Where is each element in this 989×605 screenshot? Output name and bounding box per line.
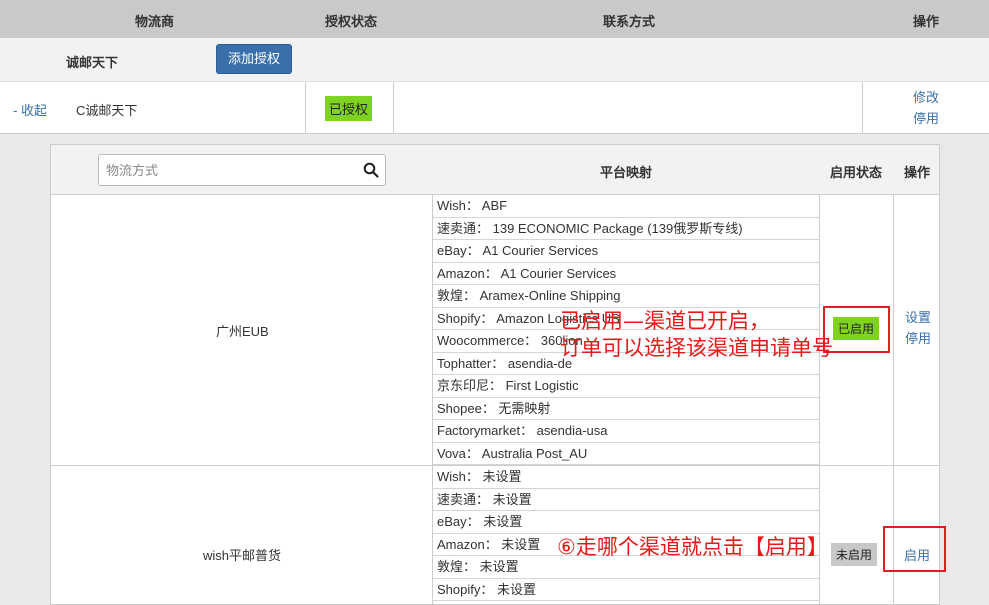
mapping-item: Wish： ABF bbox=[433, 195, 819, 218]
mapping-item: Amazon： A1 Courier Services bbox=[433, 263, 819, 285]
col-enable-status: 启用状态 bbox=[830, 165, 883, 180]
disable-carrier-link[interactable]: 停用 bbox=[913, 108, 939, 129]
mapping-item: eBay： 未设置 bbox=[433, 511, 819, 534]
table-header: 物流商 授权状态 联系方式 操作 bbox=[0, 0, 989, 38]
status-highlight-box bbox=[823, 306, 890, 353]
collapse-link[interactable]: - 收起 bbox=[13, 100, 47, 119]
annotation-enabled-line2: 订单可以选择该渠道申请单号 bbox=[560, 336, 833, 360]
channel-actions: 设置 停用 bbox=[905, 307, 931, 349]
disabled-status-badge: 未启用 bbox=[831, 543, 878, 566]
divider bbox=[393, 82, 394, 134]
channel-name: wish平邮普货 bbox=[203, 548, 282, 563]
col-operation: 操作 bbox=[904, 165, 931, 180]
search-box bbox=[98, 154, 386, 186]
mapping-item: Factorymarket： asendia-usa bbox=[433, 420, 819, 443]
divider bbox=[862, 82, 863, 134]
col-auth-status: 授权状态 bbox=[325, 14, 378, 29]
auth-status-badge: 已授权 bbox=[325, 96, 373, 121]
mapping-item: 敦煌： Aramex-Online Shipping bbox=[433, 285, 819, 308]
channel-name: 广州EUB bbox=[216, 324, 269, 339]
search-icon[interactable] bbox=[363, 162, 379, 178]
channel-table-header: 平台映射 启用状态 操作 bbox=[51, 145, 939, 195]
mapping-item: Vova： Australia Post_AU bbox=[433, 443, 819, 465]
annotation-enabled-line1: 已启用—渠道已开启， bbox=[560, 309, 770, 333]
carrier-account-name: C诚邮天下 bbox=[76, 103, 138, 118]
carrier-row: - 收起 C诚邮天下 已授权 修改 停用 bbox=[0, 82, 989, 134]
disable-channel-link[interactable]: 停用 bbox=[905, 328, 931, 349]
annotation-step6: ⑥走哪个渠道就点击【启用】 bbox=[557, 535, 828, 559]
mapping-item: eBay： A1 Courier Services bbox=[433, 240, 819, 263]
carrier-actions: 修改 停用 bbox=[913, 87, 939, 129]
divider bbox=[305, 82, 306, 134]
carrier-controls-row: 诚邮天下 添加授权 bbox=[0, 38, 989, 82]
mapping-item: 敦煌： 未设置 bbox=[433, 556, 819, 579]
mapping-item: 速卖通： 未设置 bbox=[433, 489, 819, 511]
col-platform-mapping: 平台映射 bbox=[600, 165, 653, 180]
add-authorization-button[interactable]: 添加授权 bbox=[216, 44, 292, 74]
mapping-item: Shopee： 无需映射 bbox=[433, 398, 819, 420]
setup-link[interactable]: 设置 bbox=[905, 307, 931, 328]
mapping-item: 速卖通： 139 ECONOMIC Package (139俄罗斯专线) bbox=[433, 218, 819, 240]
carrier-title: 诚邮天下 bbox=[66, 55, 119, 70]
mapping-item: 京东印尼： First Logistic bbox=[433, 375, 819, 398]
enable-highlight-box bbox=[883, 526, 946, 572]
col-action: 操作 bbox=[913, 14, 940, 29]
shipping-method-search-input[interactable] bbox=[99, 155, 349, 185]
mapping-item: Wish： 未设置 bbox=[433, 466, 819, 489]
col-carrier: 物流商 bbox=[135, 14, 175, 29]
col-contact: 联系方式 bbox=[603, 14, 656, 29]
edit-link[interactable]: 修改 bbox=[913, 87, 939, 108]
mapping-item: Shopify： 未设置 bbox=[433, 579, 819, 601]
platform-mapping-list: Wish： 未设置 速卖通： 未设置 eBay： 未设置 Amazon： 未设置… bbox=[433, 466, 819, 601]
